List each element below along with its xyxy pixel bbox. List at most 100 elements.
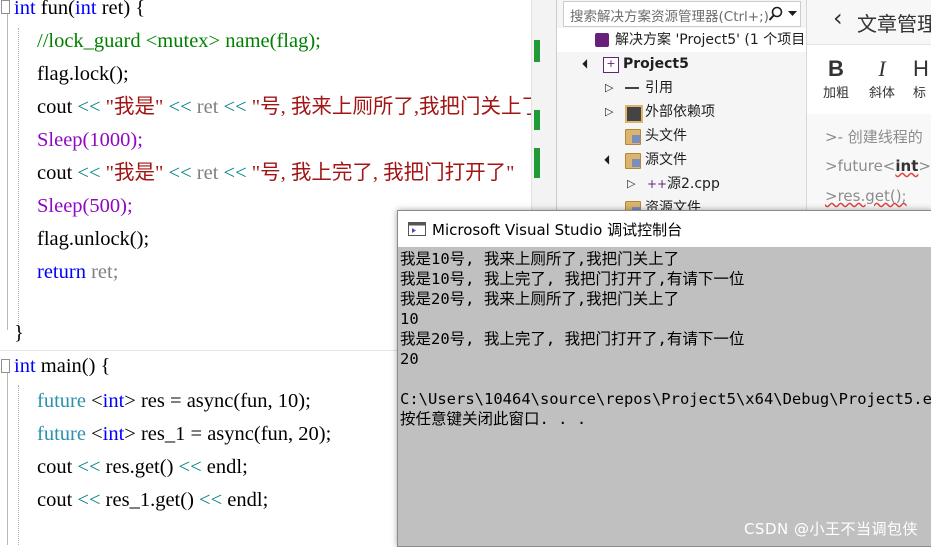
bold-button[interactable]: B 加粗 bbox=[821, 56, 851, 101]
change-marker bbox=[534, 148, 540, 178]
collapsed-arrow-icon[interactable]: ▷ bbox=[605, 100, 613, 124]
code-token: << bbox=[168, 96, 197, 118]
code-line[interactable]: Sleep(500); bbox=[37, 193, 133, 226]
code-line[interactable]: int main() { bbox=[14, 353, 110, 386]
console-line: 20 bbox=[400, 350, 419, 368]
tree-item-label: 外部依赖项 bbox=[645, 104, 715, 120]
expanded-arrow-icon[interactable]: ◢ bbox=[578, 55, 596, 73]
code-token: //lock_guard <mutex> name(flag); bbox=[37, 30, 321, 52]
code-line[interactable]: } bbox=[14, 320, 24, 353]
code-token: cout bbox=[37, 162, 78, 184]
article-line: >res.get(); bbox=[825, 187, 907, 205]
console-line: 我是10号, 我来上厕所了,我把门关上了 bbox=[400, 250, 680, 268]
back-icon[interactable]: ‹ bbox=[833, 4, 843, 32]
italic-button[interactable]: I 斜体 bbox=[867, 56, 897, 101]
code-token: fun( bbox=[40, 0, 75, 19]
code-token: << bbox=[199, 489, 228, 511]
search-icon[interactable] bbox=[768, 6, 784, 22]
tree-item[interactable]: 解决方案 'Project5' (1 个项目 bbox=[557, 28, 807, 52]
watermark: CSDN @小王不当调包侠 bbox=[743, 520, 918, 538]
code-token: endl; bbox=[227, 489, 269, 511]
code-line[interactable]: flag.unlock(); bbox=[37, 226, 149, 259]
external-deps-icon bbox=[625, 105, 643, 123]
code-line[interactable]: cout << "我是" << ret << "号, 我上完了, 我把门打开了" bbox=[37, 160, 515, 193]
code-token: << bbox=[77, 162, 106, 184]
tree-item[interactable]: ▷ 引用 bbox=[557, 76, 807, 100]
debug-console-window[interactable]: Microsoft Visual Studio 调试控制台 我是10号, 我来上… bbox=[397, 210, 931, 547]
code-line[interactable]: //lock_guard <mutex> name(flag); bbox=[37, 28, 321, 61]
console-line: 我是20号, 我来上厕所了,我把门关上了 bbox=[400, 290, 680, 308]
code-token: int bbox=[102, 423, 125, 445]
code-token: Sleep(1000); bbox=[37, 129, 143, 151]
tree-item[interactable]: ◢ 源文件 bbox=[557, 148, 807, 172]
collapsed-arrow-icon[interactable]: ▷ bbox=[605, 76, 613, 100]
code-token: ret) { bbox=[101, 0, 146, 19]
console-title-bar[interactable]: Microsoft Visual Studio 调试控制台 bbox=[398, 211, 931, 247]
code-line[interactable]: flag.lock(); bbox=[37, 61, 129, 94]
tree-item-label: 头文件 bbox=[645, 128, 687, 144]
code-line[interactable]: int fun(int ret) { bbox=[14, 0, 145, 28]
console-line: 我是20号, 我上完了, 我把门打开了,有请下一位 bbox=[400, 330, 745, 348]
code-token: flag.unlock(); bbox=[37, 228, 150, 250]
expanded-arrow-icon[interactable]: ◢ bbox=[600, 151, 618, 169]
code-token: ret bbox=[196, 96, 224, 118]
heading-button[interactable]: H 标 bbox=[913, 56, 931, 101]
collapsed-arrow-icon[interactable]: ▷ bbox=[627, 172, 635, 196]
code-token: "号, 我来上厕所了,我把门关上了" bbox=[251, 96, 551, 118]
code-token: cout bbox=[37, 456, 78, 478]
indent-guide bbox=[18, 385, 19, 545]
code-token: << bbox=[77, 96, 106, 118]
article-header: ‹ 文章管理 bbox=[807, 0, 931, 45]
tree-item-label: 引用 bbox=[645, 80, 673, 96]
code-token: ret; bbox=[91, 261, 119, 283]
code-token: > res = async(fun, 10); bbox=[124, 390, 311, 412]
console-title: Microsoft Visual Studio 调试控制台 bbox=[432, 221, 683, 239]
code-token: res.get() bbox=[105, 456, 179, 478]
references-icon bbox=[625, 87, 639, 91]
code-line[interactable]: cout << "我是" << ret << "号, 我来上厕所了,我把门关上了… bbox=[37, 94, 550, 127]
code-token: < bbox=[91, 390, 103, 412]
code-line[interactable]: Sleep(1000); bbox=[37, 127, 143, 160]
tree-item[interactable]: ▷ 外部依赖项 bbox=[557, 100, 807, 124]
article-line: >future<int>r bbox=[825, 157, 931, 175]
tree-item-label: Project5 bbox=[623, 56, 689, 72]
code-token: cout bbox=[37, 489, 78, 511]
code-token: int bbox=[102, 390, 125, 412]
code-token: << bbox=[77, 456, 106, 478]
code-token: } bbox=[14, 322, 24, 344]
code-line[interactable]: future <int> res_1 = async(fun, 20); bbox=[37, 421, 331, 454]
code-line[interactable]: cout << res_1.get() << endl; bbox=[37, 487, 268, 520]
code-line[interactable]: cout << res.get() << endl; bbox=[37, 454, 248, 487]
code-token: return bbox=[37, 261, 92, 283]
code-token: > res_1 = async(fun, 20); bbox=[124, 423, 332, 445]
code-line[interactable]: future <int> res = async(fun, 10); bbox=[37, 388, 311, 421]
tree-item[interactable]: ◢ + Project5 bbox=[557, 52, 807, 76]
code-line[interactable]: return ret; bbox=[37, 259, 118, 292]
code-token: flag.lock(); bbox=[37, 63, 129, 85]
tree-item[interactable]: ▷ ++ 源2.cpp bbox=[557, 172, 807, 196]
fold-toggle-icon[interactable] bbox=[1, 359, 10, 373]
folder-icon bbox=[625, 129, 641, 145]
folder-icon bbox=[625, 153, 641, 169]
tree-item-label: 源文件 bbox=[645, 152, 687, 168]
solution-explorer-search[interactable]: 搜索解决方案资源管理器(Ctrl+;) bbox=[563, 1, 801, 27]
cpp-file-icon: ++ bbox=[647, 177, 668, 191]
tree-item-label: 解决方案 'Project5' (1 个项目 bbox=[615, 32, 806, 48]
code-token: < bbox=[91, 423, 103, 445]
code-token: << bbox=[77, 489, 106, 511]
fold-toggle-icon[interactable] bbox=[1, 0, 10, 14]
console-app-icon bbox=[408, 222, 426, 236]
code-token: int bbox=[14, 355, 41, 377]
code-token: main() { bbox=[40, 355, 111, 377]
code-token: "我是" bbox=[105, 162, 169, 184]
chevron-down-icon[interactable] bbox=[788, 11, 797, 17]
code-token: "号, 我上完了, 我把门打开了" bbox=[251, 162, 515, 184]
article-line: >- 创建线程的 bbox=[825, 128, 923, 146]
tree-item-label: 源2.cpp bbox=[667, 176, 720, 192]
tree-item[interactable]: 头文件 bbox=[557, 124, 807, 148]
console-line: 按任意键关闭此窗口. . . bbox=[400, 410, 587, 428]
code-token: res_1.get() bbox=[105, 489, 200, 511]
code-token: cout bbox=[37, 96, 78, 118]
indent-guide bbox=[18, 28, 19, 328]
article-title: 文章管理 bbox=[857, 12, 931, 36]
